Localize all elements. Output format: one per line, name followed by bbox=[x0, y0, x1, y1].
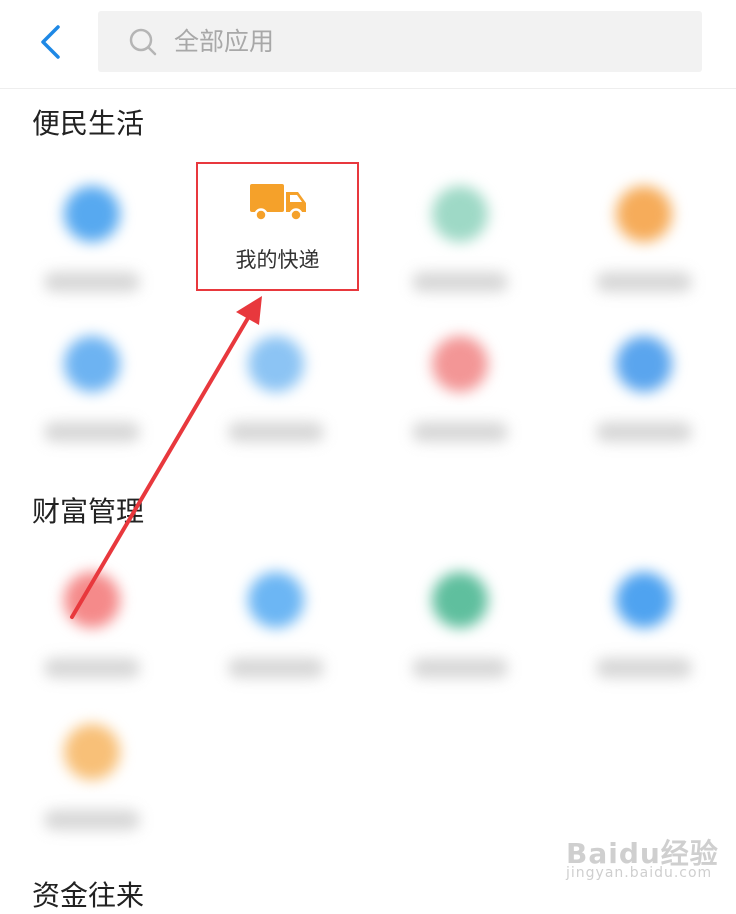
baidu-watermark: Baidu经验 jingyan.baidu.com bbox=[560, 820, 720, 886]
annotation-arrow bbox=[70, 296, 262, 619]
watermark-url: jingyan.baidu.com bbox=[566, 865, 713, 881]
